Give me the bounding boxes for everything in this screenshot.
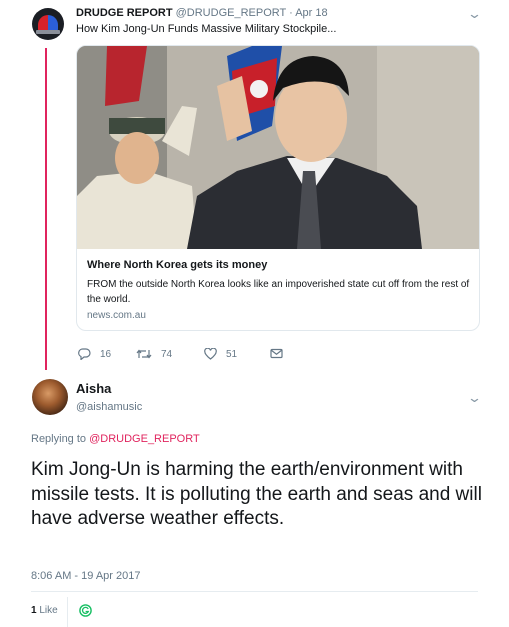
siren-shape — [38, 15, 58, 31]
main-author-name[interactable]: Aisha — [76, 381, 111, 396]
card-domain: news.com.au — [87, 310, 146, 321]
replying-to-label: Replying to — [31, 433, 87, 445]
reply-count: 16 — [100, 348, 112, 360]
like-count: 51 — [226, 348, 238, 360]
drudge-avatar[interactable] — [32, 8, 64, 40]
reply-icon — [78, 348, 91, 360]
retweet-button[interactable]: 74 — [136, 348, 172, 360]
quoted-tweet-header: DRUDGE REPORT @DRUDGE_REPORT · Apr 18 — [76, 7, 328, 19]
retweet-icon — [136, 349, 152, 359]
main-author-handle[interactable]: @aishamusic — [76, 401, 142, 413]
main-tweet-text: Kim Jong-Un is harming the earth/environ… — [31, 459, 482, 529]
like-stat-label: Like — [39, 605, 58, 616]
like-stat-count: 1 — [31, 605, 37, 616]
chevron-down-icon[interactable]: ⌄ — [467, 391, 482, 404]
like-stats[interactable]: 1 Like — [31, 605, 58, 616]
card-image[interactable] — [77, 46, 479, 249]
quoted-author-name[interactable]: DRUDGE REPORT — [76, 7, 173, 19]
card-title[interactable]: Where North Korea gets its money — [87, 259, 267, 271]
envelope-icon — [270, 348, 283, 359]
replying-to-mention[interactable]: @DRUDGE_REPORT — [89, 433, 200, 445]
replying-to: Replying to @DRUDGE_REPORT — [31, 433, 200, 445]
chevron-down-icon[interactable]: ⌄ — [467, 7, 482, 20]
thread-line — [45, 48, 47, 370]
quoted-tweet-text: How Kim Jong-Un Funds Massive Military S… — [76, 23, 337, 35]
dot-separator: · — [289, 7, 293, 19]
divider — [31, 591, 478, 592]
link-card[interactable]: Where North Korea gets its money FROM th… — [76, 45, 480, 331]
card-description: FROM the outside North Korea looks like … — [87, 279, 470, 305]
reply-button[interactable]: 16 — [78, 348, 111, 360]
quoted-tweet-date[interactable]: Apr 18 — [295, 7, 327, 19]
liker-avatar[interactable] — [79, 604, 92, 617]
card-photo-illustration — [77, 46, 479, 249]
siren-base — [36, 30, 60, 34]
stats-separator — [67, 597, 68, 627]
heart-icon — [204, 348, 217, 360]
aisha-avatar[interactable] — [32, 379, 68, 415]
quoted-author-handle[interactable]: @DRUDGE_REPORT — [176, 7, 286, 19]
tweet-timestamp[interactable]: 8:06 AM - 19 Apr 2017 — [31, 570, 140, 582]
direct-message-button[interactable] — [270, 348, 283, 359]
like-button[interactable]: 51 — [204, 348, 237, 360]
retweet-count: 74 — [161, 348, 173, 360]
